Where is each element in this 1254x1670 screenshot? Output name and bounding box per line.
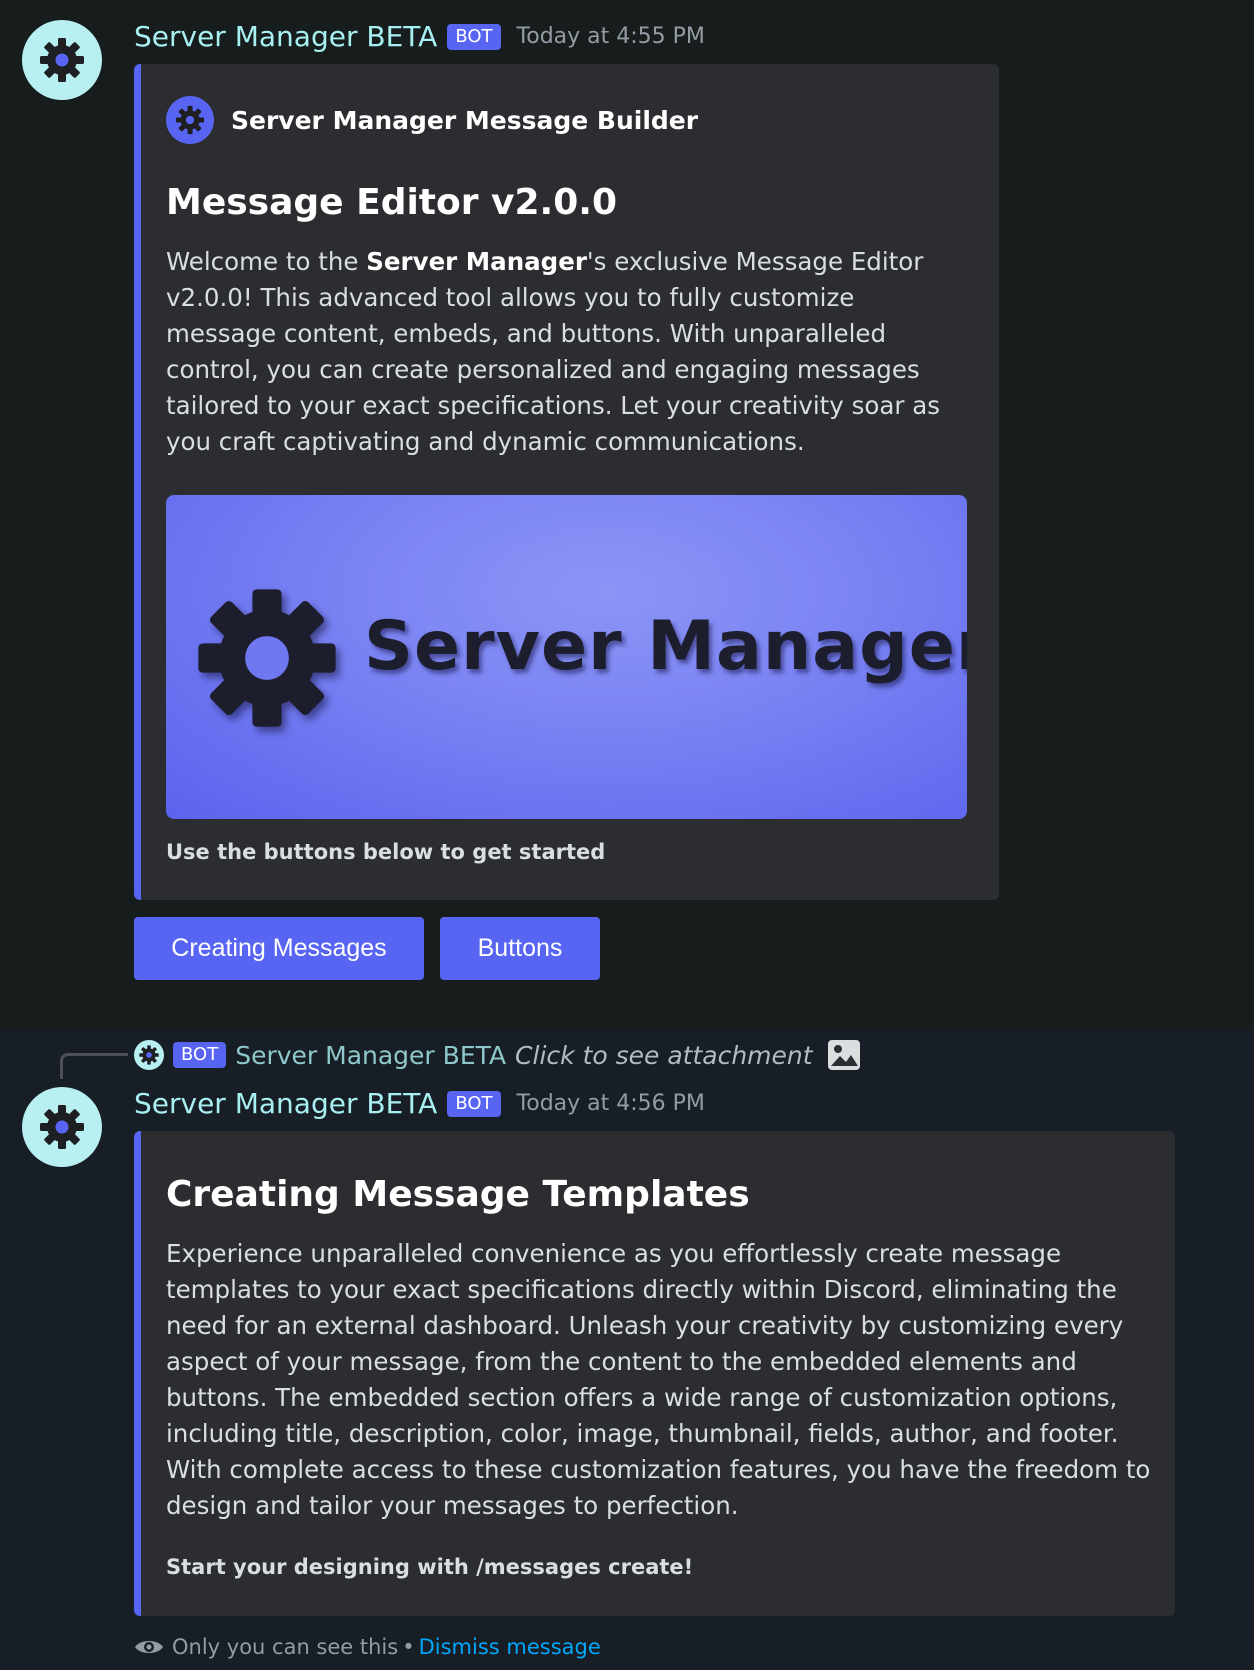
embed-footer: Start your designing with /messages crea… xyxy=(166,1555,694,1579)
embed-title: Creating Message Templates xyxy=(166,1174,750,1215)
reply-bot-badge: BOT xyxy=(173,1042,227,1068)
embed-image[interactable]: Server Manager xyxy=(166,495,967,819)
desc-rest: 's exclusive Message Editor v2.0.0! This… xyxy=(166,247,940,456)
ephemeral-separator: • xyxy=(402,1635,415,1659)
banner-gear-icon xyxy=(198,589,336,727)
reply-preview-text[interactable]: Click to see attachment xyxy=(515,1041,813,1070)
embed-author: Server Manager Message Builder xyxy=(166,96,698,144)
embed-footer: Use the buttons below to get started xyxy=(166,840,606,864)
reply-reference[interactable]: BOT Server Manager BETA Click to see att… xyxy=(134,1038,861,1072)
ephemeral-text: Only you can see this xyxy=(172,1635,399,1659)
embed-author-name: Server Manager Message Builder xyxy=(231,105,699,135)
embed-creating-templates: Creating Message Templates Experience un… xyxy=(134,1131,1175,1616)
eye-icon xyxy=(135,1641,163,1653)
username[interactable]: Server Manager BETA xyxy=(134,20,437,53)
bot-badge: BOT xyxy=(447,1090,501,1117)
desc-prefix: Welcome to the xyxy=(166,247,367,276)
embed-message-editor: Server Manager Message Builder Message E… xyxy=(134,64,999,900)
image-icon xyxy=(827,1040,860,1070)
reply-avatar xyxy=(134,1040,164,1070)
bot-avatar[interactable] xyxy=(22,20,102,100)
creating-messages-button[interactable]: Creating Messages xyxy=(134,917,424,980)
reply-connector xyxy=(60,1053,128,1079)
timestamp[interactable]: Today at 4:56 PM xyxy=(517,1091,705,1116)
buttons-button[interactable]: Buttons xyxy=(440,917,600,980)
message-1-header: Server Manager BETA BOT Today at 4:55 PM xyxy=(134,20,705,53)
dismiss-message-link[interactable]: Dismiss message xyxy=(419,1635,601,1659)
message-2-header: Server Manager BETA BOT Today at 4:56 PM xyxy=(134,1087,705,1120)
embed-title: Message Editor v2.0.0 xyxy=(166,182,618,223)
reply-username[interactable]: Server Manager BETA xyxy=(235,1041,506,1070)
embed-description: Experience unparalleled convenience as y… xyxy=(166,1239,1151,1520)
author-gear-icon xyxy=(166,96,214,144)
timestamp[interactable]: Today at 4:55 PM xyxy=(517,24,705,49)
ephemeral-notice: Only you can see this • Dismiss message xyxy=(134,1635,601,1659)
gear-icon xyxy=(139,1045,159,1065)
gear-icon xyxy=(40,1105,84,1149)
desc-bold: Server Manager xyxy=(366,247,587,276)
gear-icon xyxy=(40,38,84,82)
bot-badge: BOT xyxy=(447,23,501,50)
username[interactable]: Server Manager BETA xyxy=(134,1087,437,1120)
banner-text: Server Manager xyxy=(364,607,967,686)
embed-description: Welcome to the Server Manager's exclusiv… xyxy=(166,244,966,460)
bot-avatar[interactable] xyxy=(22,1087,102,1167)
